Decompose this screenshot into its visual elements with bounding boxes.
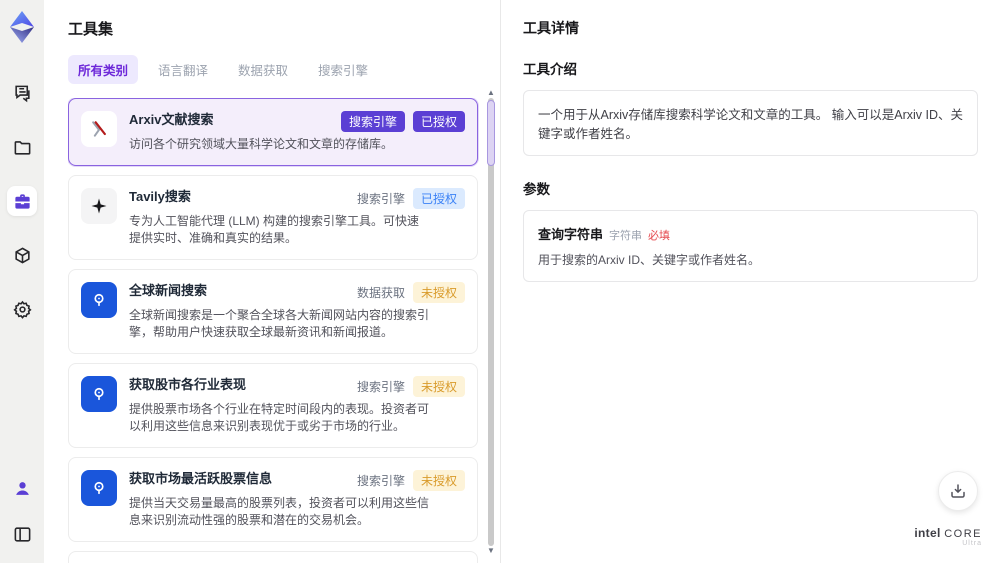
tool-description: 全球新闻搜索是一个聚合全球各大新闻网站内容的搜索引擎，帮助用户快速获取全球最新资… <box>129 308 430 339</box>
tool-name: Tavily搜索 <box>129 189 191 204</box>
gear-icon <box>12 300 32 319</box>
tool-card-global-news[interactable]: 全球新闻搜索 数据获取 未授权 全球新闻搜索是一个聚合全球各大新闻网站内容的搜索… <box>68 269 478 354</box>
news-search-icon <box>81 282 117 318</box>
download-icon <box>951 484 965 498</box>
tool-card-regional-news[interactable]: 万维地区新闻查询 搜索引擎 未授权 查询具体行政区划内的新闻，快速了解各地新闻动… <box>68 551 478 563</box>
tool-list: Arxiv文献搜索 搜索引擎 已授权 访问各个研究领域大量科学论文和文章的存储库… <box>68 98 500 563</box>
status-badge: 未授权 <box>412 470 465 491</box>
status-badge: 未授权 <box>412 282 465 303</box>
parameter-name: 查询字符串 <box>538 227 604 242</box>
status-badge: 未授权 <box>412 376 465 397</box>
tab-search-engine[interactable]: 搜索引擎 <box>308 55 378 84</box>
tool-card-tavily[interactable]: Tavily搜索 搜索引擎 已授权 专为人工智能代理 (LLM) 构建的搜索引擎… <box>68 175 478 260</box>
tool-description: 提供股票市场各个行业在特定时间段内的表现。投资者可以利用这些信息来识别表现优于或… <box>129 402 430 433</box>
category-badge: 数据获取 <box>356 286 405 300</box>
category-badge: 搜索引擎 <box>356 474 405 488</box>
tool-description: 专为人工智能代理 (LLM) 构建的搜索引擎工具。可快速提供实时、准确和真实的结… <box>129 214 420 245</box>
sidebar-item-chat[interactable] <box>7 78 37 108</box>
page-title: 工具集 <box>68 21 114 38</box>
chat-icon <box>14 85 30 102</box>
ultra-logo-text: Ultra <box>962 540 982 547</box>
details-title: 工具详情 <box>523 20 579 36</box>
stock-search-icon <box>81 470 117 506</box>
scrollbar-thumb[interactable] <box>487 100 495 166</box>
panel-toggle-icon <box>14 526 30 542</box>
app-window: 工具集 所有类别 语言翻译 数据获取 搜索引擎 Arxiv文献搜索 搜索引擎 已… <box>0 0 1000 563</box>
tab-all-categories[interactable]: 所有类别 <box>68 55 139 84</box>
params-heading: 参数 <box>523 182 550 197</box>
tools-panel: 工具集 所有类别 语言翻译 数据获取 搜索引擎 Arxiv文献搜索 搜索引擎 已… <box>44 0 500 563</box>
tab-language-translation[interactable]: 语言翻译 <box>148 55 218 84</box>
sidebar <box>0 0 44 563</box>
tool-description: 提供当天交易量最高的股票列表，投资者可以利用这些信息来识别流动性强的股票和潜在的… <box>129 496 430 527</box>
scroll-down-icon[interactable]: ▼ <box>486 546 496 556</box>
tab-data-fetching[interactable]: 数据获取 <box>228 55 298 84</box>
sidebar-bottom <box>7 473 37 549</box>
tool-name: 获取市场最活跃股票信息 <box>129 471 273 486</box>
category-badge: 搜索引擎 <box>340 111 405 132</box>
core-logo-text: CORE <box>944 528 982 540</box>
intel-core-logo: intel CORE Ultra <box>914 526 982 547</box>
tool-card-most-active-stocks[interactable]: 获取市场最活跃股票信息 搜索引擎 未授权 提供当天交易量最高的股票列表，投资者可… <box>68 457 478 542</box>
intro-heading: 工具介绍 <box>523 62 577 77</box>
tool-intro-text: 一个用于从Arxiv存储库搜索科学论文和文章的工具。 输入可以是Arxiv ID… <box>523 90 978 156</box>
tool-details-panel: 工具详情 工具介绍 一个用于从Arxiv存储库搜索科学论文和文章的工具。 输入可… <box>500 0 1000 563</box>
folder-icon <box>14 140 30 155</box>
status-badge: 已授权 <box>412 111 465 132</box>
stock-search-icon <box>81 376 117 412</box>
category-badge: 搜索引擎 <box>356 380 405 394</box>
category-tabs: 所有类别 语言翻译 数据获取 搜索引擎 <box>68 55 500 84</box>
category-badge: 搜索引擎 <box>356 192 405 206</box>
tool-description: 访问各个研究领域大量科学论文和文章的存储库。 <box>129 137 394 151</box>
tool-name: Arxiv文献搜索 <box>129 112 214 127</box>
scrollbar[interactable]: ▲ ▼ <box>486 88 496 556</box>
sparkle-star-icon <box>81 188 117 224</box>
parameter-card: 查询字符串 字符串 必填 用于搜索的Arxiv ID、关键字或作者姓名。 <box>523 210 978 282</box>
sidebar-item-settings[interactable] <box>7 294 37 324</box>
app-logo-icon <box>10 11 34 43</box>
sidebar-item-models[interactable] <box>7 240 37 270</box>
sidebar-item-collapse[interactable] <box>7 519 37 549</box>
required-badge: 必填 <box>648 230 671 242</box>
cube-icon <box>14 246 30 264</box>
tool-card-arxiv[interactable]: Arxiv文献搜索 搜索引擎 已授权 访问各个研究领域大量科学论文和文章的存储库… <box>68 98 478 166</box>
tool-name: 全球新闻搜索 <box>129 283 208 298</box>
parameter-type: 字符串 <box>609 230 643 242</box>
user-icon <box>15 481 29 495</box>
sidebar-item-user[interactable] <box>7 473 37 503</box>
download-button[interactable] <box>938 471 978 511</box>
status-badge: 已授权 <box>412 188 465 209</box>
parameter-description: 用于搜索的Arxiv ID、关键字或作者姓名。 <box>538 253 761 267</box>
tool-card-sector-performance[interactable]: 获取股市各行业表现 搜索引擎 未授权 提供股票市场各个行业在特定时间段内的表现。… <box>68 363 478 448</box>
toolbox-icon <box>14 193 30 209</box>
sidebar-item-toolbox[interactable] <box>7 186 37 216</box>
scroll-up-icon[interactable]: ▲ <box>486 88 496 98</box>
tool-name: 获取股市各行业表现 <box>129 377 247 392</box>
intel-logo-text: intel <box>914 526 941 540</box>
arxiv-logo-icon <box>81 111 117 147</box>
sidebar-item-folder[interactable] <box>7 132 37 162</box>
sidebar-nav <box>7 78 37 324</box>
